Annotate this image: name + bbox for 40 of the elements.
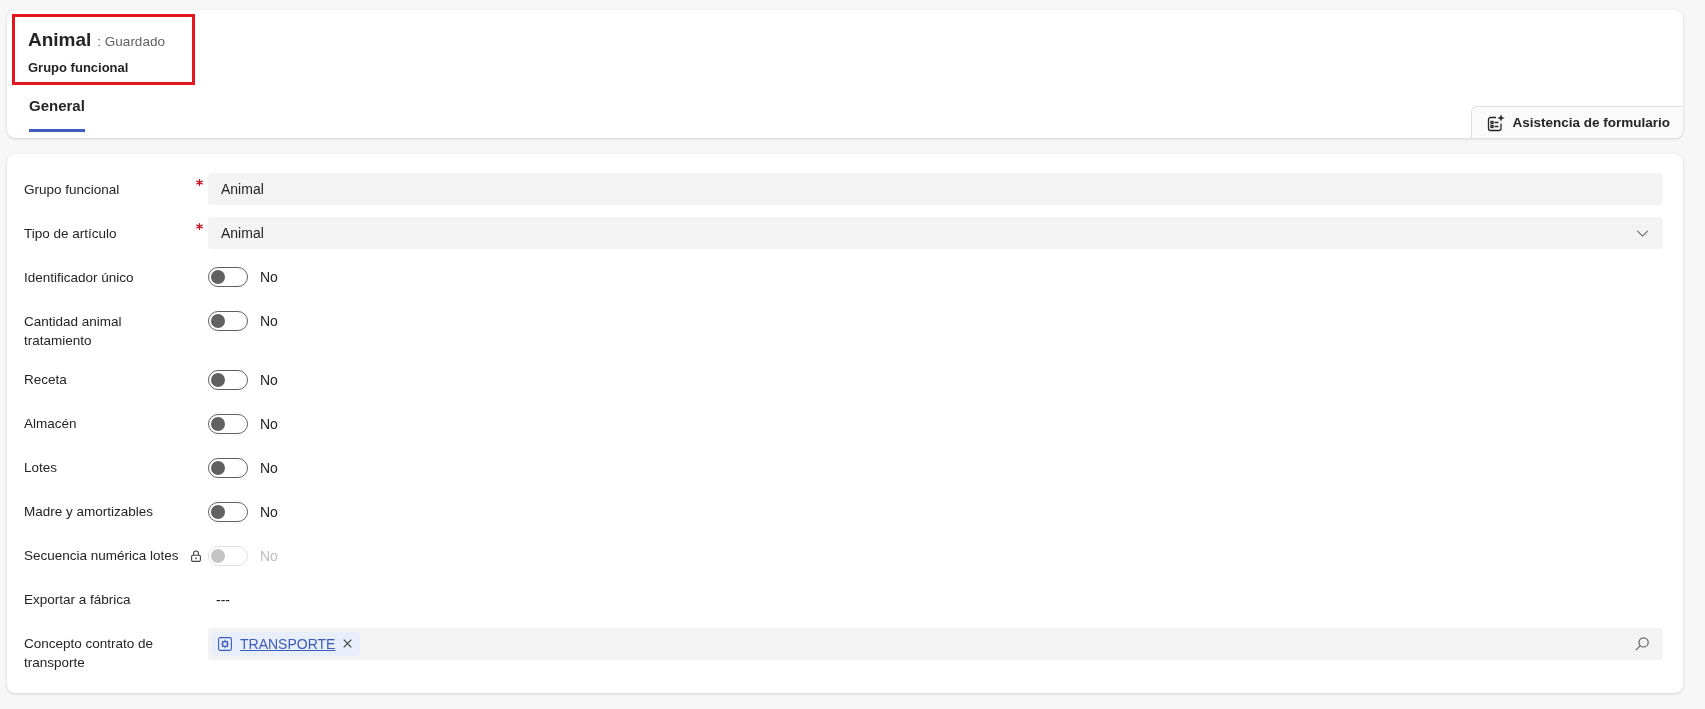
field-label: Exportar a fábrica: [24, 591, 132, 609]
tab[interactable]: General: [29, 85, 85, 132]
lookup-field[interactable]: TRANSPORTE: [208, 627, 1663, 660]
field-label: Secuencia numérica lotes: [24, 547, 180, 565]
record-title: Animal: [28, 28, 92, 52]
list-sparkle-icon: [1487, 113, 1506, 132]
chevron-down-icon: [1636, 229, 1649, 237]
toggle-state-text: No: [260, 459, 278, 476]
toggle-state-text: No: [260, 313, 278, 329]
save-status: : Guardado: [97, 33, 165, 51]
field-label: Grupo funcional: [24, 180, 121, 199]
form-assist-button[interactable]: Asistencia de formulario: [1471, 106, 1683, 138]
dropdown-field[interactable]: Animal: [208, 217, 1663, 249]
field-label: Tipo de artículo: [24, 224, 118, 243]
field-label: Receta: [24, 371, 68, 389]
field-label: Cantidad animal tratamiento: [24, 312, 123, 350]
framed-gear-icon: [218, 636, 232, 651]
toggle-state-text: No: [260, 503, 278, 520]
toggle-state-text: No: [260, 371, 278, 388]
lookup-tag[interactable]: TRANSPORTE: [212, 631, 361, 656]
tag-link[interactable]: TRANSPORTE: [240, 635, 336, 652]
text-field[interactable]: Animal: [208, 173, 1663, 205]
toggle-state-text: No: [260, 415, 278, 432]
toggle-switch[interactable]: [208, 369, 248, 390]
toggle-state-text: No: [260, 269, 278, 285]
field-label: Madre y amortizables: [24, 503, 155, 521]
search-icon[interactable]: [1635, 636, 1649, 651]
toggle-switch[interactable]: [208, 413, 248, 434]
field-label: Identificador único: [24, 268, 135, 287]
field-label: Concepto contrato de transporte: [24, 635, 155, 672]
field-value: ---: [215, 590, 230, 610]
toggle-switch[interactable]: [208, 501, 248, 522]
toggle-switch[interactable]: [208, 311, 248, 331]
toggle-switch[interactable]: [208, 267, 248, 287]
toggle-switch[interactable]: [208, 457, 248, 478]
close-icon[interactable]: [343, 639, 353, 648]
field-label: Lotes: [24, 459, 59, 477]
toggle-state-text: No: [260, 547, 278, 564]
field-label: Almacén: [24, 415, 78, 433]
record-type: Grupo funcional: [28, 59, 130, 77]
